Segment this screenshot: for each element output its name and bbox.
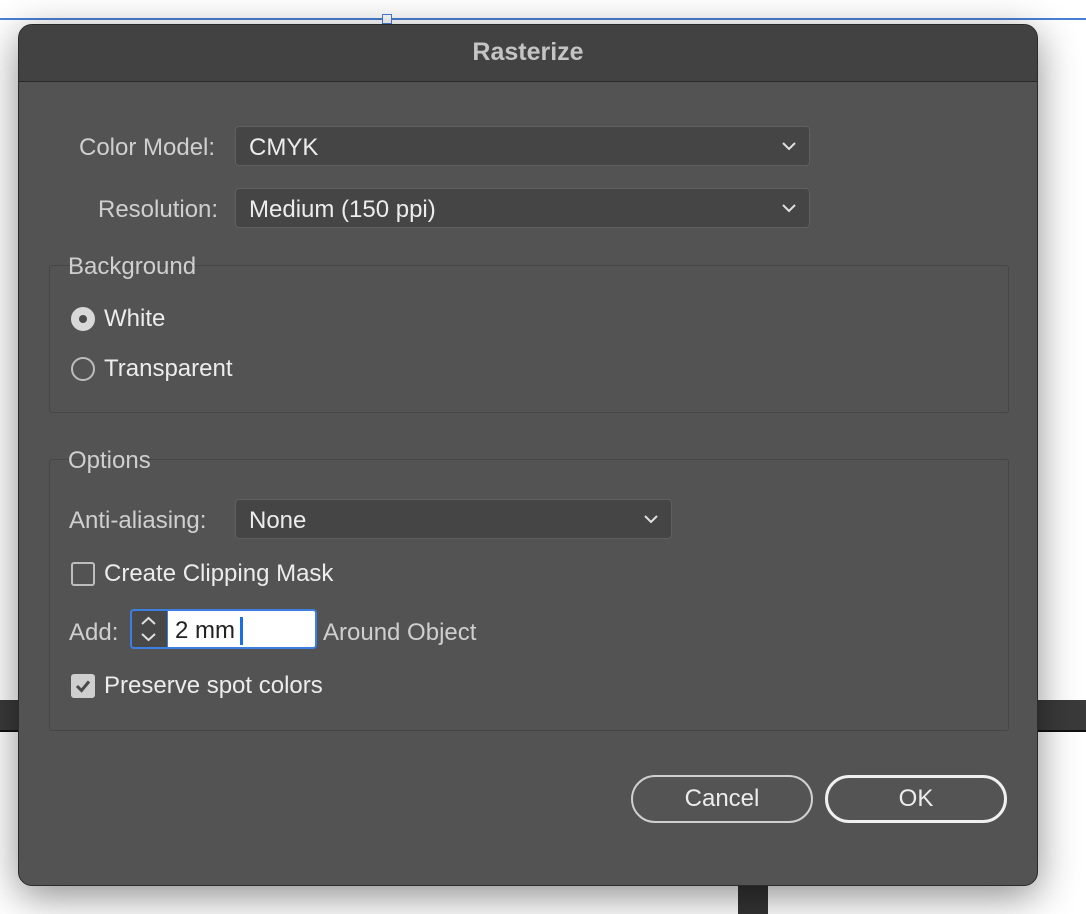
white-radio[interactable] xyxy=(71,307,95,331)
resolution-select[interactable]: Medium (150 ppi) xyxy=(235,188,810,228)
background-group xyxy=(49,265,1009,413)
clipping-mask-checkbox[interactable] xyxy=(71,562,95,586)
color-model-select[interactable]: CMYK xyxy=(235,126,810,166)
text-caret xyxy=(240,617,243,645)
transparent-radio-label[interactable]: Transparent xyxy=(104,355,233,383)
background-panel-right xyxy=(1036,700,1086,732)
add-label: Add: xyxy=(69,619,119,646)
stepper-arrows-icon xyxy=(141,616,156,642)
color-model-label: Color Model: xyxy=(79,134,216,161)
add-amount-value: 2 mm xyxy=(175,617,235,644)
background-object xyxy=(738,884,768,914)
selection-edge xyxy=(0,18,1086,20)
chevron-down-icon xyxy=(782,142,796,151)
ok-button[interactable]: OK xyxy=(825,775,1007,823)
background-panel-left xyxy=(0,700,20,732)
anti-aliasing-label: Anti-aliasing: xyxy=(69,507,207,534)
chevron-down-icon xyxy=(644,515,658,524)
selection-handle[interactable] xyxy=(382,14,392,24)
dialog-title: Rasterize xyxy=(472,38,584,66)
rasterize-dialog: Rasterize Color Model: CMYK Resolution: … xyxy=(18,24,1038,886)
dialog-titlebar[interactable]: Rasterize xyxy=(19,25,1037,82)
spot-colors-checkbox[interactable] xyxy=(71,674,95,698)
around-object-label: Around Object xyxy=(323,619,477,646)
add-stepper[interactable] xyxy=(130,609,167,649)
transparent-radio[interactable] xyxy=(71,357,95,381)
anti-aliasing-value: None xyxy=(249,507,307,534)
white-radio-label[interactable]: White xyxy=(104,305,165,333)
add-amount-input[interactable]: 2 mm xyxy=(167,609,317,649)
resolution-label: Resolution: xyxy=(98,196,219,223)
resolution-value: Medium (150 ppi) xyxy=(249,196,436,223)
options-group-title: Options xyxy=(68,447,151,474)
spot-colors-label[interactable]: Preserve spot colors xyxy=(104,672,323,700)
anti-aliasing-select[interactable]: None xyxy=(235,499,672,539)
chevron-down-icon xyxy=(782,204,796,213)
clipping-mask-label[interactable]: Create Clipping Mask xyxy=(104,560,333,588)
color-model-value: CMYK xyxy=(249,134,319,161)
checkmark-icon xyxy=(75,680,91,693)
cancel-button[interactable]: Cancel xyxy=(631,775,813,823)
background-group-title: Background xyxy=(68,253,197,280)
